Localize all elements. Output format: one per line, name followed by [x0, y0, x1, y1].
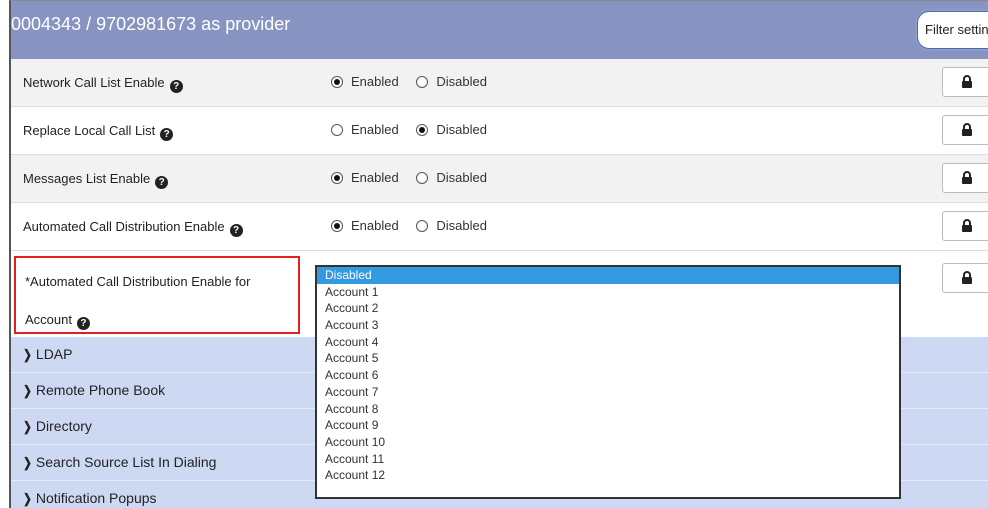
lock-button[interactable]	[942, 263, 988, 293]
lock-icon	[962, 271, 972, 284]
setting-label: Messages List Enable	[23, 171, 151, 186]
setting-label: Network Call List Enable	[23, 75, 165, 90]
radio-option-disabled[interactable]: Disabled	[416, 122, 487, 137]
dropdown-option[interactable]: Disabled	[317, 267, 899, 284]
dropdown-option[interactable]: Account 4	[317, 334, 899, 351]
chevron-right-icon: ❯	[23, 347, 32, 362]
chevron-right-icon: ❯	[23, 383, 32, 398]
dropdown-option[interactable]: Account 9	[317, 417, 899, 434]
help-icon[interactable]: ?	[155, 176, 169, 189]
radio-option-disabled[interactable]: Disabled	[416, 218, 487, 233]
setting-label: *Automated Call Distribution Enable for	[25, 274, 251, 289]
lock-icon	[962, 75, 972, 88]
radio-button[interactable]	[416, 220, 429, 232]
chevron-right-icon: ❯	[23, 455, 32, 470]
radio-button[interactable]	[331, 76, 343, 88]
setting-label: Automated Call Distribution Enable	[23, 219, 225, 234]
radio-button[interactable]	[416, 124, 429, 136]
setting-row-replace-local-call-list: Replace Local Call List? Enabled Disable…	[11, 107, 988, 155]
chevron-right-icon: ❯	[23, 419, 32, 434]
lock-icon	[962, 171, 972, 184]
radio-group: Enabled Disabled	[331, 218, 501, 233]
radio-option-enabled[interactable]: Enabled	[331, 74, 399, 89]
dropdown-option[interactable]: Account 11	[317, 451, 899, 468]
dropdown-option[interactable]: Account 7	[317, 384, 899, 401]
dropdown-option[interactable]: Account 1	[317, 284, 899, 301]
radio-button[interactable]	[331, 172, 343, 184]
lock-button[interactable]	[942, 163, 988, 193]
setting-row-messages-list: Messages List Enable? Enabled Disabled	[11, 155, 988, 203]
lock-button[interactable]	[942, 115, 988, 145]
page-header: 0004343 / 9702981673 as provider Filter …	[11, 1, 988, 59]
dropdown-option[interactable]: Account 10	[317, 434, 899, 451]
dropdown-option[interactable]: Account 8	[317, 401, 899, 418]
radio-group: Enabled Disabled	[331, 122, 501, 137]
help-icon[interactable]: ?	[229, 224, 243, 237]
help-icon[interactable]: ?	[76, 317, 90, 330]
highlighted-setting-label: *Automated Call Distribution Enable for …	[14, 256, 300, 334]
setting-row-network-call-list: Network Call List Enable? Enabled Disabl…	[11, 59, 988, 107]
dropdown-option[interactable]: Account 6	[317, 367, 899, 384]
account-dropdown-list[interactable]: Disabled Account 1 Account 2 Account 3 A…	[315, 265, 901, 499]
dropdown-option[interactable]: Account 5	[317, 350, 899, 367]
radio-group: Enabled Disabled	[331, 74, 501, 89]
radio-option-enabled[interactable]: Enabled	[331, 122, 399, 137]
setting-label: Replace Local Call List	[23, 123, 156, 138]
radio-option-disabled[interactable]: Disabled	[416, 74, 487, 89]
radio-button[interactable]	[416, 172, 429, 184]
setting-row-acd-enable: Automated Call Distribution Enable? Enab…	[11, 203, 988, 251]
radio-button[interactable]	[416, 76, 429, 88]
setting-label-cont: Account	[25, 312, 72, 327]
radio-option-enabled[interactable]: Enabled	[331, 170, 399, 185]
radio-button[interactable]	[331, 124, 343, 136]
lock-icon	[962, 219, 972, 232]
radio-button[interactable]	[331, 220, 343, 232]
radio-option-enabled[interactable]: Enabled	[331, 218, 399, 233]
help-icon[interactable]: ?	[160, 128, 174, 141]
lock-icon	[962, 123, 972, 136]
dropdown-option[interactable]: Account 2	[317, 300, 899, 317]
filter-settings-input[interactable]: Filter settin	[917, 11, 988, 49]
dropdown-option[interactable]: Account 3	[317, 317, 899, 334]
page-title: 0004343 / 9702981673 as provider	[11, 14, 291, 34]
lock-button[interactable]	[942, 67, 988, 97]
dropdown-option[interactable]: Account 12	[317, 467, 899, 484]
radio-option-disabled[interactable]: Disabled	[416, 170, 487, 185]
help-icon[interactable]: ?	[169, 80, 183, 93]
radio-group: Enabled Disabled	[331, 170, 501, 185]
lock-button[interactable]	[942, 211, 988, 241]
chevron-right-icon: ❯	[23, 491, 32, 506]
